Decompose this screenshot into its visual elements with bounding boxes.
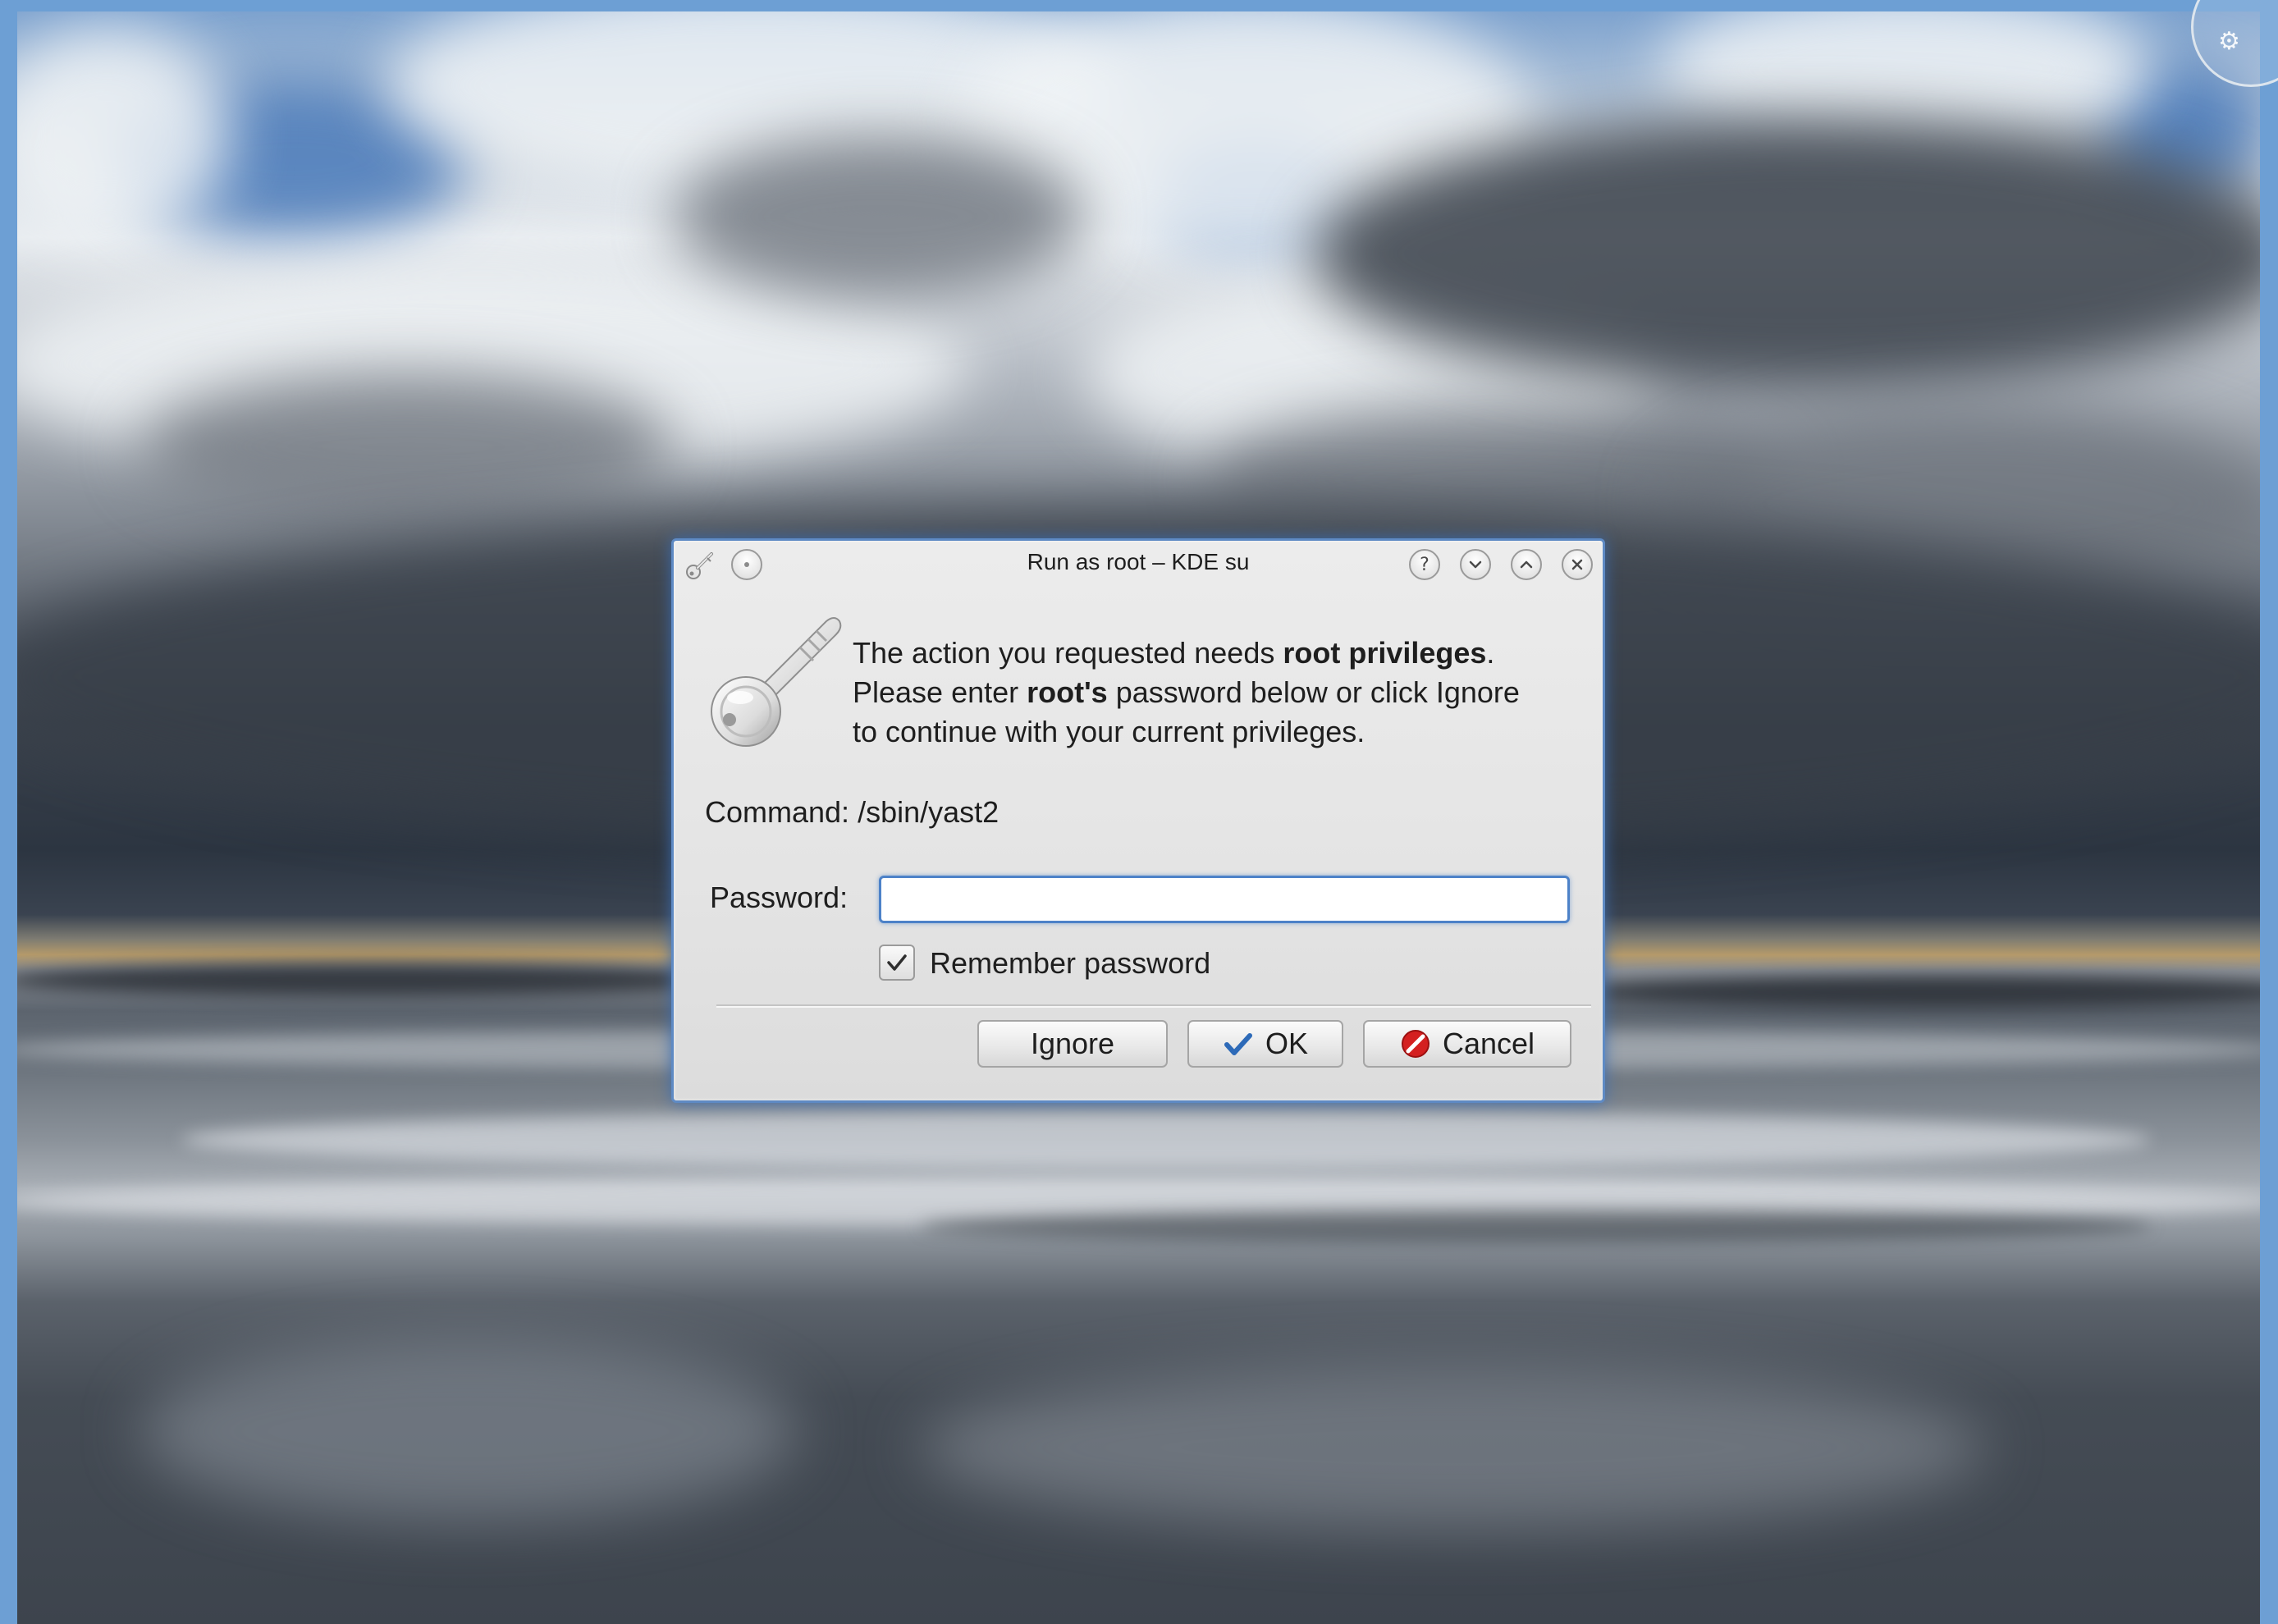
cancel-button-label: Cancel	[1442, 1027, 1535, 1060]
ignore-button[interactable]: Ignore	[977, 1020, 1168, 1068]
help-button[interactable]: ?	[1409, 549, 1440, 580]
close-button[interactable]	[1562, 549, 1593, 580]
close-icon	[1571, 559, 1583, 570]
command-label: Command:	[705, 795, 850, 829]
help-icon: ?	[1420, 554, 1429, 575]
checkmark-icon	[887, 954, 907, 971]
cancel-icon	[1400, 1028, 1431, 1059]
title-bar[interactable]: Run as root – KDE su ?	[674, 541, 1603, 587]
command-row: Command: /sbin/yast2	[705, 795, 999, 830]
ok-button[interactable]: OK	[1187, 1020, 1343, 1068]
desktop-toolbox-icon: ⚙	[2218, 27, 2240, 56]
maximize-button[interactable]	[1511, 549, 1542, 580]
message-line-2: Please enter root's password below or cl…	[853, 675, 1520, 709]
password-field[interactable]	[879, 876, 1570, 923]
ok-button-label: OK	[1265, 1027, 1308, 1060]
minimize-button[interactable]	[1460, 549, 1491, 580]
desktop: ⚙ Run as root – KDE su ? The action you …	[0, 0, 2278, 1624]
remember-password-label[interactable]: Remember password	[930, 946, 1210, 981]
ignore-button-label: Ignore	[1030, 1027, 1115, 1060]
checkmark-icon	[1223, 1031, 1254, 1057]
chevron-up-icon	[1520, 560, 1533, 569]
key-icon	[711, 617, 842, 747]
message-line-1: The action you requested needs root priv…	[853, 636, 1495, 670]
kdesu-dialog: Run as root – KDE su ? The action you re…	[671, 538, 1605, 1103]
button-separator	[716, 1004, 1591, 1008]
remember-password-checkbox[interactable]	[879, 945, 915, 981]
command-value: /sbin/yast2	[858, 795, 999, 829]
password-label: Password:	[710, 881, 849, 914]
privilege-message: The action you requested needs root priv…	[853, 634, 1591, 752]
message-line-3: to continue with your current privileges…	[853, 715, 1365, 748]
cancel-button[interactable]: Cancel	[1363, 1020, 1571, 1068]
chevron-down-icon	[1469, 560, 1482, 569]
